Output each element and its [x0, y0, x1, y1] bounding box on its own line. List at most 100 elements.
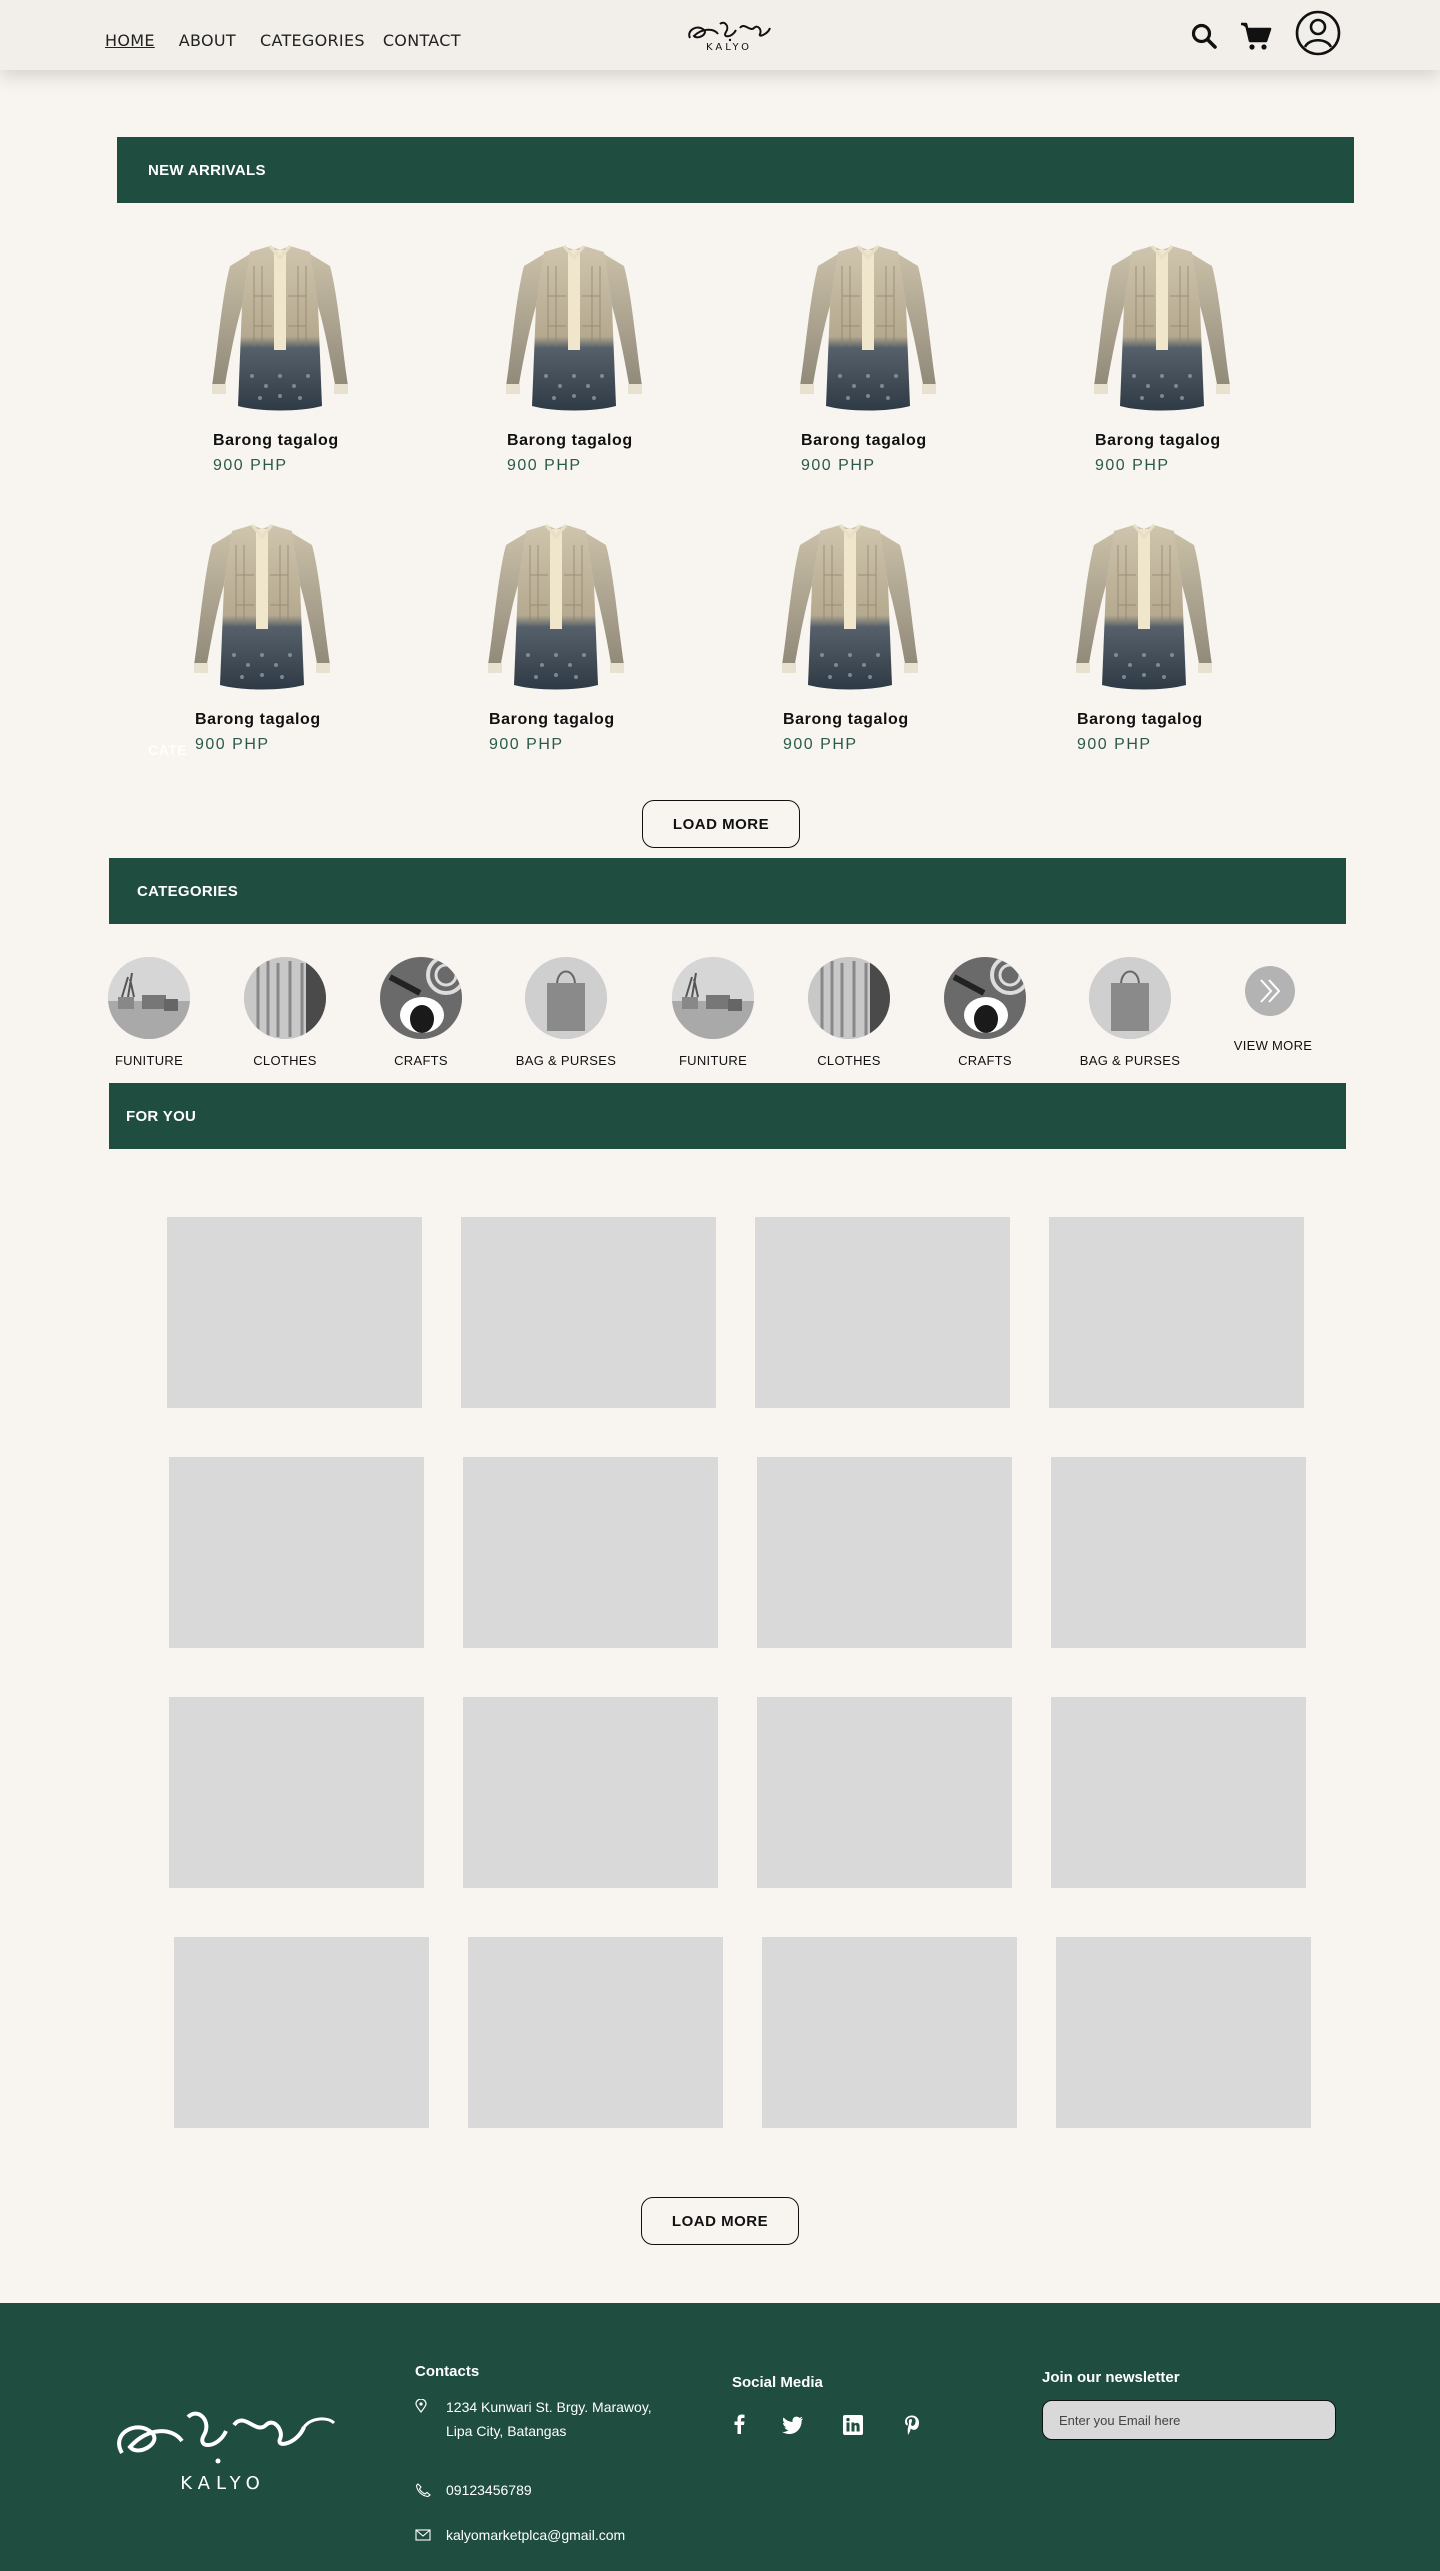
- phone-icon: [415, 2483, 431, 2502]
- load-more-button[interactable]: LOAD MORE: [642, 800, 800, 848]
- product-price: 900 PHP: [783, 736, 858, 753]
- product-image[interactable]: [200, 236, 360, 426]
- clothes-category-icon[interactable]: [808, 957, 890, 1039]
- for-you-product-placeholder[interactable]: [757, 1457, 1012, 1648]
- for-you-product-placeholder[interactable]: [169, 1457, 424, 1648]
- product-price: 900 PHP: [195, 736, 270, 753]
- product-price: 900 PHP: [213, 457, 288, 474]
- nav-contact[interactable]: CONTACT: [383, 31, 461, 50]
- for-you-product-placeholder[interactable]: [762, 1937, 1017, 2128]
- new-arrivals-banner: NEW ARRIVALS: [117, 137, 1354, 203]
- category-label: CLOTHES: [817, 1053, 881, 1068]
- pinterest-icon[interactable]: [904, 2415, 920, 2440]
- for-you-product-placeholder[interactable]: [755, 1217, 1010, 1408]
- for-you-load-more-button[interactable]: LOAD MORE: [641, 2197, 799, 2245]
- for-you-product-placeholder[interactable]: [167, 1217, 422, 1408]
- double-chevron-right-icon[interactable]: [1245, 966, 1295, 1016]
- product-image[interactable]: [788, 236, 948, 426]
- contacts-title: Contacts: [415, 2363, 480, 2380]
- new-arrivals-title: NEW ARRIVALS: [148, 161, 266, 179]
- for-you-title: FOR YOU: [126, 1107, 197, 1125]
- category-item[interactable]: CLOTHES: [784, 957, 914, 1077]
- crafts-category-icon[interactable]: [380, 957, 462, 1039]
- category-label: CRAFTS: [958, 1053, 1012, 1068]
- linkedin-icon[interactable]: [843, 2415, 863, 2440]
- for-you-product-placeholder[interactable]: [463, 1457, 718, 1648]
- category-item[interactable]: BAG & PURSES: [1065, 957, 1195, 1077]
- for-you-product-placeholder[interactable]: [1056, 1937, 1311, 2128]
- ghost-categories-text: CATE: [148, 742, 188, 758]
- category-item[interactable]: BAG & PURSES: [501, 957, 631, 1077]
- furniture-category-icon[interactable]: [108, 957, 190, 1039]
- product-card[interactable]: Barong tagalog 900 PHP: [190, 236, 390, 486]
- site-footer: KALYO Contacts 1234 Kunwari St. Brgy. Ma…: [0, 2303, 1440, 2571]
- category-label: BAG & PURSES: [515, 1053, 617, 1068]
- bag-category-icon[interactable]: [525, 957, 607, 1039]
- product-image[interactable]: [1082, 236, 1242, 426]
- product-name[interactable]: Barong tagalog: [783, 711, 909, 729]
- category-item[interactable]: CRAFTS: [356, 957, 486, 1077]
- for-you-product-placeholder[interactable]: [461, 1217, 716, 1408]
- product-name[interactable]: Barong tagalog: [801, 432, 927, 450]
- newsletter-email-input[interactable]: [1042, 2400, 1336, 2440]
- product-image[interactable]: [770, 515, 930, 705]
- for-you-product-placeholder[interactable]: [468, 1937, 723, 2128]
- product-name[interactable]: Barong tagalog: [213, 432, 339, 450]
- product-name[interactable]: Barong tagalog: [195, 711, 321, 729]
- search-icon[interactable]: [1190, 22, 1218, 50]
- view-more-label: VIEW MORE: [1233, 1038, 1313, 1053]
- product-price: 900 PHP: [507, 457, 582, 474]
- for-you-product-placeholder[interactable]: [757, 1697, 1012, 1888]
- category-item[interactable]: CRAFTS: [920, 957, 1050, 1077]
- product-image[interactable]: [1064, 515, 1224, 705]
- view-more-categories[interactable]: VIEW MORE: [1208, 966, 1338, 1086]
- product-card[interactable]: Barong tagalog 900 PHP: [1072, 236, 1272, 486]
- nav-home[interactable]: HOME: [105, 31, 155, 50]
- product-name[interactable]: Barong tagalog: [507, 432, 633, 450]
- product-card[interactable]: Barong tagalog 900 PHP: [760, 515, 960, 765]
- for-you-product-placeholder[interactable]: [1051, 1697, 1306, 1888]
- crafts-category-icon[interactable]: [944, 957, 1026, 1039]
- main-nav: HOME ABOUT CATEGORIES CONTACT: [105, 31, 461, 50]
- product-name[interactable]: Barong tagalog: [1077, 711, 1203, 729]
- for-you-banner: FOR YOU: [109, 1083, 1346, 1149]
- product-image[interactable]: [476, 515, 636, 705]
- categories-title: CATEGORIES: [137, 882, 239, 900]
- product-card[interactable]: Barong tagalog 900 PHP: [484, 236, 684, 486]
- phone-number[interactable]: 09123456789: [446, 2478, 532, 2502]
- twitter-icon[interactable]: [782, 2416, 804, 2439]
- product-image[interactable]: [182, 515, 342, 705]
- product-card[interactable]: Barong tagalog 900 PHP: [172, 515, 372, 765]
- brand-logo[interactable]: KALYO: [684, 18, 774, 58]
- product-price: 900 PHP: [801, 457, 876, 474]
- address-line2: Lipa City, Batangas: [446, 2423, 567, 2439]
- category-item[interactable]: FUNITURE: [84, 957, 214, 1077]
- category-item[interactable]: FUNITURE: [648, 957, 778, 1077]
- for-you-product-placeholder[interactable]: [463, 1697, 718, 1888]
- for-you-product-placeholder[interactable]: [1049, 1217, 1304, 1408]
- email-icon: [415, 2528, 431, 2546]
- facebook-icon[interactable]: [733, 2414, 745, 2439]
- footer-logo: KALYO: [108, 2403, 338, 2503]
- category-item[interactable]: CLOTHES: [220, 957, 350, 1077]
- nav-categories[interactable]: CATEGORIES: [260, 31, 365, 50]
- bag-category-icon[interactable]: [1089, 957, 1171, 1039]
- furniture-category-icon[interactable]: [672, 957, 754, 1039]
- nav-about[interactable]: ABOUT: [179, 31, 236, 50]
- for-you-product-placeholder[interactable]: [169, 1697, 424, 1888]
- product-card[interactable]: Barong tagalog 900 PHP: [1054, 515, 1254, 765]
- product-card[interactable]: Barong tagalog 900 PHP: [466, 515, 666, 765]
- product-name[interactable]: Barong tagalog: [1095, 432, 1221, 450]
- for-you-product-placeholder[interactable]: [174, 1937, 429, 2128]
- cart-icon[interactable]: [1240, 21, 1272, 51]
- user-account-icon[interactable]: [1295, 10, 1341, 56]
- clothes-category-icon[interactable]: [244, 957, 326, 1039]
- newsletter-title: Join our newsletter: [1042, 2369, 1180, 2386]
- product-price: 900 PHP: [1077, 736, 1152, 753]
- for-you-product-placeholder[interactable]: [1051, 1457, 1306, 1648]
- email-address[interactable]: kalyomarketplca@gmail.com: [446, 2523, 625, 2547]
- product-card[interactable]: Barong tagalog 900 PHP: [778, 236, 978, 486]
- product-image[interactable]: [494, 236, 654, 426]
- category-label: FUNITURE: [114, 1053, 184, 1068]
- product-name[interactable]: Barong tagalog: [489, 711, 615, 729]
